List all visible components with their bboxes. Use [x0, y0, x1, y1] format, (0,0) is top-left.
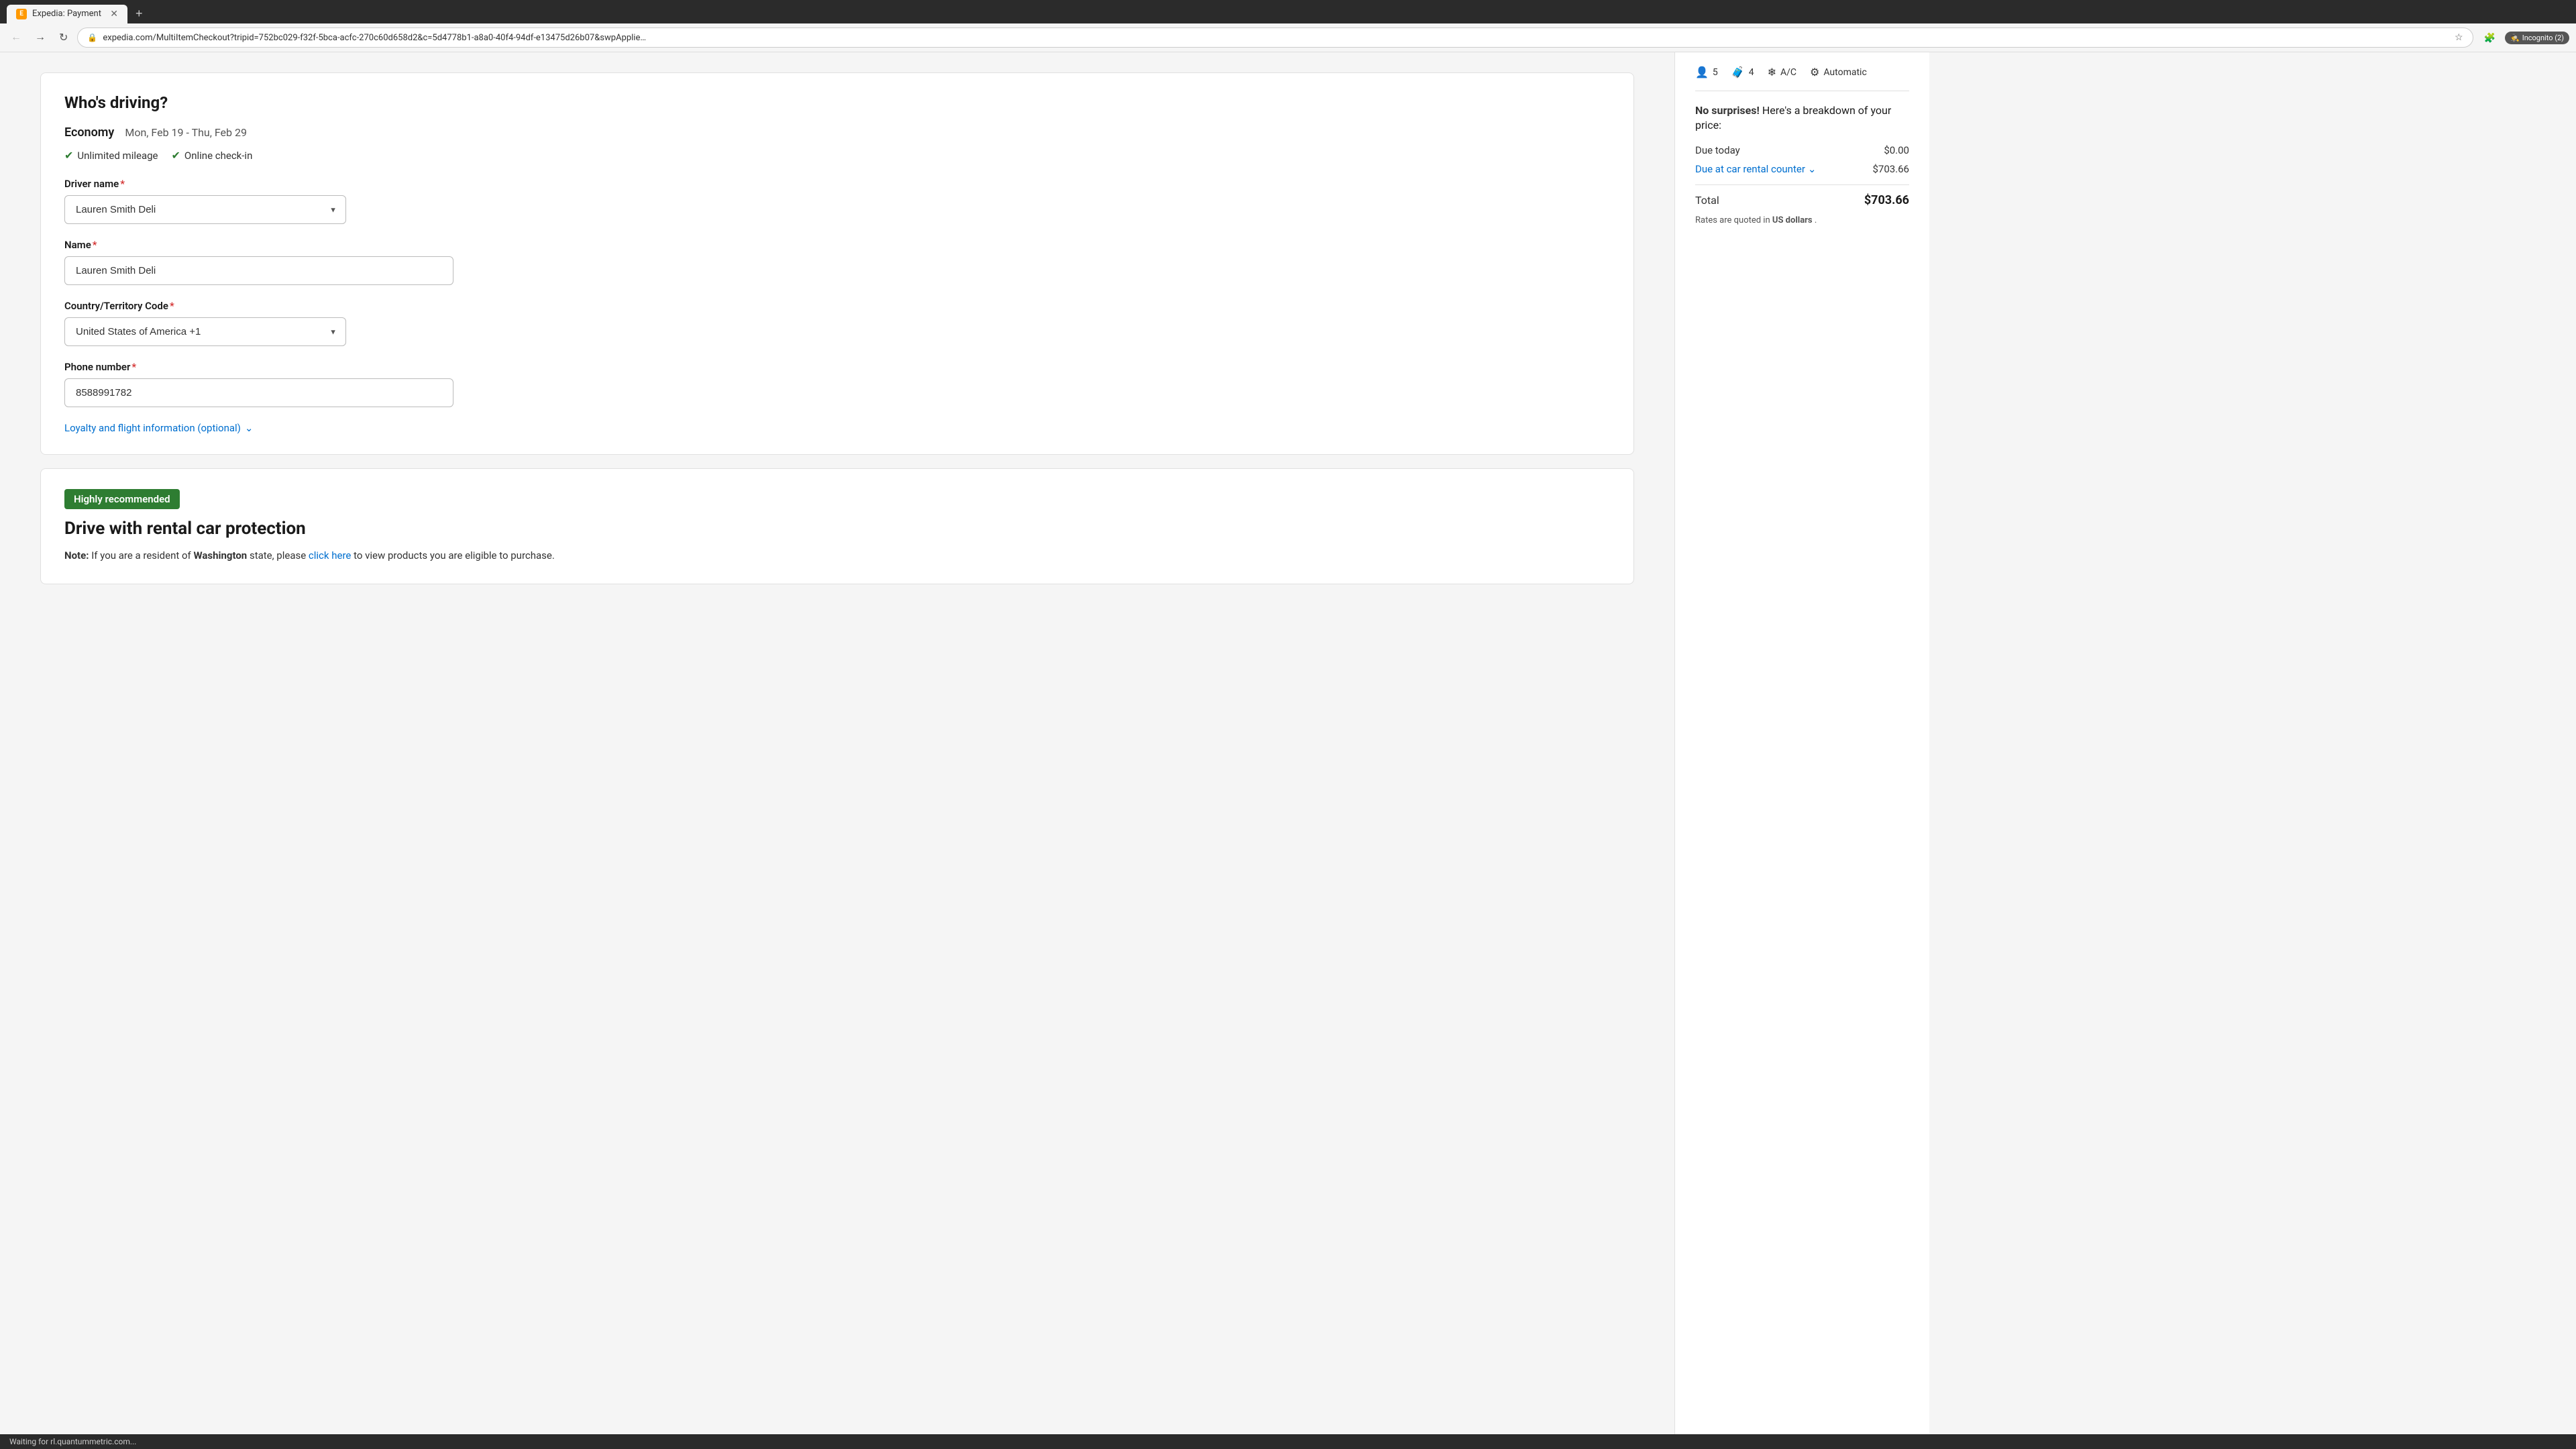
snowflake-icon: ❄	[1768, 66, 1776, 78]
due-today-row: Due today $0.00	[1695, 144, 1909, 156]
passengers-count: 5	[1713, 67, 1718, 78]
rates-prefix: Rates are quoted in	[1695, 215, 1772, 225]
unlimited-mileage-label: Unlimited mileage	[77, 150, 158, 162]
transmission-label: Automatic	[1823, 67, 1866, 78]
chevron-down-icon-counter: ⌄	[1808, 163, 1817, 175]
rates-currency: US dollars	[1772, 215, 1813, 225]
name-field: Name*	[64, 239, 1610, 285]
phone-label: Phone number*	[64, 361, 1610, 373]
person-icon: 👤	[1695, 66, 1709, 78]
forward-button[interactable]: →	[31, 29, 50, 46]
country-code-select[interactable]: United States of America +1	[64, 317, 346, 346]
required-indicator-name: *	[93, 239, 97, 251]
due-at-counter-label: Due at car rental counter	[1695, 163, 1805, 175]
car-info-row: Economy Mon, Feb 19 - Thu, Feb 29	[64, 125, 1610, 140]
total-label: Total	[1695, 194, 1719, 207]
driver-name-select-wrapper: Lauren Smith Deli	[64, 195, 346, 224]
gear-icon: ⚙	[1810, 66, 1819, 78]
ac-indicator: ❄ A/C	[1768, 66, 1796, 78]
driver-name-label: Driver name*	[64, 178, 1610, 190]
ac-label: A/C	[1780, 67, 1796, 78]
incognito-badge: 🕵 Incognito (2)	[2505, 32, 2569, 44]
check-icon-checkin: ✔	[172, 149, 180, 162]
passengers-indicator: 👤 5	[1695, 66, 1718, 78]
note-suffix: to view products you are eligible to pur…	[354, 549, 555, 561]
transmission-indicator: ⚙ Automatic	[1810, 66, 1867, 78]
chevron-down-icon: ⌄	[245, 422, 254, 434]
country-code-field: Country/Territory Code* United States of…	[64, 300, 1610, 346]
note-middle: state, please	[250, 549, 309, 561]
phone-input[interactable]	[64, 378, 453, 407]
protection-title: Drive with rental car protection	[64, 519, 1610, 539]
name-input[interactable]	[64, 256, 453, 285]
rates-suffix: .	[1815, 215, 1817, 225]
price-breakdown-header: No surprises! Here's a breakdown of your…	[1695, 103, 1909, 133]
tab-favicon: E	[16, 9, 27, 19]
bags-count: 4	[1749, 67, 1754, 78]
section-title: Who's driving?	[64, 93, 1610, 112]
lock-icon: 🔒	[87, 33, 97, 42]
main-content: Who's driving? Economy Mon, Feb 19 - Thu…	[0, 52, 1674, 1441]
driver-name-select[interactable]: Lauren Smith Deli	[64, 195, 346, 224]
country-code-label: Country/Territory Code*	[64, 300, 1610, 312]
page-layout: Who's driving? Economy Mon, Feb 19 - Thu…	[0, 52, 2576, 1441]
click-here-link[interactable]: click here	[309, 549, 354, 561]
bookmark-icon[interactable]: ☆	[2455, 32, 2463, 43]
tab-title: Expedia: Payment	[32, 9, 101, 19]
note-text: If you are a resident of	[91, 549, 193, 561]
bag-icon: 🧳	[1731, 66, 1745, 78]
recommended-badge: Highly recommended	[64, 489, 180, 509]
due-today-label: Due today	[1695, 144, 1740, 156]
due-at-counter-row: Due at car rental counter ⌄ $703.66	[1695, 163, 1909, 175]
total-row: Total $703.66	[1695, 184, 1909, 207]
no-surprises-label: No surprises!	[1695, 104, 1760, 117]
incognito-label: Incognito (2)	[2522, 34, 2564, 42]
driver-name-field: Driver name* Lauren Smith Deli	[64, 178, 1610, 224]
sidebar: 👤 5 🧳 4 ❄ A/C ⚙ Automatic No surprises! …	[1674, 52, 1929, 1441]
new-tab-button[interactable]: +	[130, 4, 148, 23]
back-button[interactable]: ←	[7, 29, 25, 46]
protection-section: Highly recommended Drive with rental car…	[40, 468, 1634, 584]
status-text: Waiting for rl.quantummetric.com...	[9, 1437, 136, 1446]
total-value: $703.66	[1864, 193, 1909, 207]
tab-close-button[interactable]: ✕	[110, 9, 118, 19]
unlimited-mileage-feature: ✔ Unlimited mileage	[64, 149, 158, 162]
required-indicator-country: *	[170, 300, 174, 312]
protection-note: Note: If you are a resident of Washingto…	[64, 548, 1610, 564]
due-at-counter-link[interactable]: Due at car rental counter ⌄	[1695, 163, 1817, 175]
required-indicator-phone: *	[131, 361, 136, 373]
online-checkin-label: Online check-in	[184, 150, 252, 162]
reload-button[interactable]: ↻	[55, 28, 72, 47]
whos-driving-section: Who's driving? Economy Mon, Feb 19 - Thu…	[40, 72, 1634, 455]
country-code-select-wrapper: United States of America +1	[64, 317, 346, 346]
required-indicator: *	[120, 178, 125, 190]
loyalty-link-text: Loyalty and flight information (optional…	[64, 422, 241, 434]
car-type: Economy	[64, 125, 114, 140]
rates-note: Rates are quoted in US dollars .	[1695, 215, 1909, 225]
note-label: Note:	[64, 549, 89, 561]
due-at-counter-value: $703.66	[1872, 163, 1909, 175]
state-name: Washington	[194, 549, 248, 561]
due-today-value: $0.00	[1884, 144, 1909, 156]
features-row: ✔ Unlimited mileage ✔ Online check-in	[64, 149, 1610, 162]
address-bar[interactable]: 🔒 expedia.com/MultiItemCheckout?tripid=7…	[77, 28, 2473, 48]
online-checkin-feature: ✔ Online check-in	[172, 149, 253, 162]
check-icon-mileage: ✔	[64, 149, 73, 162]
browser-tab-bar: E Expedia: Payment ✕ +	[0, 0, 2576, 23]
sidebar-icons-row: 👤 5 🧳 4 ❄ A/C ⚙ Automatic	[1695, 66, 1909, 91]
car-dates: Mon, Feb 19 - Thu, Feb 29	[125, 126, 247, 139]
active-tab[interactable]: E Expedia: Payment ✕	[7, 5, 127, 23]
url-text: expedia.com/MultiItemCheckout?tripid=752…	[103, 33, 2449, 43]
name-label: Name*	[64, 239, 1610, 251]
bags-indicator: 🧳 4	[1731, 66, 1754, 78]
status-bar: Waiting for rl.quantummetric.com...	[0, 1434, 2576, 1449]
phone-number-field: Phone number*	[64, 361, 1610, 407]
incognito-icon: 🕵	[2510, 34, 2520, 42]
extensions-button[interactable]: 🧩	[2479, 30, 2501, 46]
browser-nav-bar: ← → ↻ 🔒 expedia.com/MultiItemCheckout?tr…	[0, 23, 2576, 52]
loyalty-link[interactable]: Loyalty and flight information (optional…	[64, 422, 1610, 434]
nav-right-icons: 🧩 🕵 Incognito (2)	[2479, 30, 2569, 46]
